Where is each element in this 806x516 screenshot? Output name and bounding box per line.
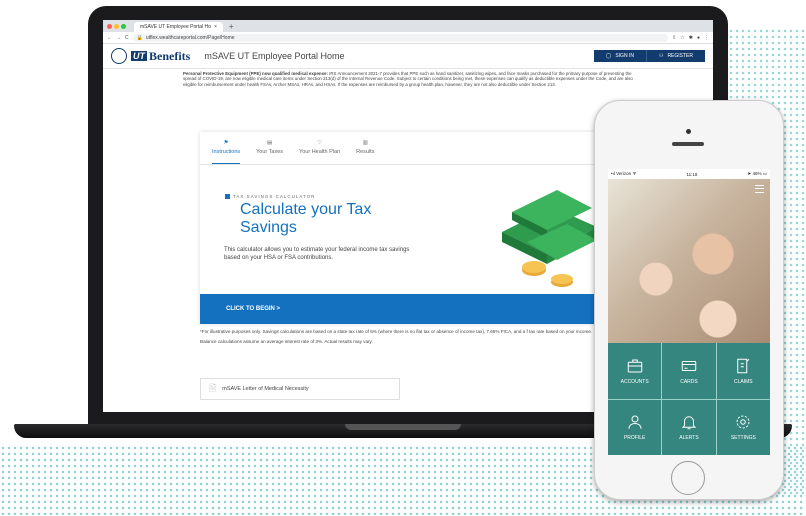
briefcase-icon	[627, 359, 642, 373]
eyebrow-text: TAX SAVINGS CALCULATOR	[233, 194, 316, 199]
letter-label: mSAVE Letter of Medical Necessity	[222, 386, 309, 392]
check-circle-icon: ◯	[605, 53, 612, 59]
maximize-window-icon[interactable]	[121, 23, 126, 29]
money-stack-illustration	[502, 190, 597, 287]
benefits-logo-text: Benefits	[149, 48, 191, 63]
forward-icon[interactable]: →	[116, 35, 121, 41]
claim-document-icon	[737, 358, 750, 373]
tile-label: CLAIMS	[734, 378, 753, 385]
calculator-eyebrow: TAX SAVINGS CALCULATOR	[225, 194, 315, 199]
register-button[interactable]: ⚇ REGISTER	[646, 50, 705, 62]
tab-label: Instructions	[212, 149, 241, 155]
tile-label: SETTINGS	[730, 435, 756, 442]
notice-heading: Personal Protective Equipment (PPE) now …	[183, 71, 328, 76]
medical-letter-link[interactable]: 🗎 mSAVE Letter of Medical Necessity	[200, 378, 400, 400]
browser-menu-icon[interactable]: ⋮	[704, 35, 709, 41]
credit-card-icon	[681, 360, 697, 371]
cta-label: CLICK TO BEGIN >	[226, 306, 281, 312]
reload-icon[interactable]: C	[125, 35, 129, 41]
laptop-notch	[345, 424, 461, 430]
tile-label: PROFILE	[623, 435, 646, 442]
tab-label: Your Taxes	[256, 149, 284, 155]
tile-cards[interactable]: CARDS	[662, 343, 716, 399]
tile-alerts[interactable]: ALERTS	[662, 399, 716, 455]
tax-calculator-card: ⚑ Instructions ▤ Your Taxes ♡ Your Healt…	[200, 132, 620, 324]
bookmark-star-icon[interactable]: ☆	[680, 35, 684, 41]
tab-your-health-plan[interactable]: ♡ Your Health Plan	[299, 140, 340, 164]
tab-your-taxes[interactable]: ▤ Your Taxes	[256, 140, 283, 164]
wifi-icon: ᯤ	[631, 171, 637, 176]
browser-tab[interactable]: mSAVE UT Employee Portal Ho ×	[134, 22, 223, 32]
tab-results[interactable]: ▥ Results	[356, 140, 374, 164]
battery-icon: ▭	[761, 171, 767, 176]
url-text: utflex.wealthcareportal.com/Page/Home	[145, 34, 235, 41]
profile-icon[interactable]: ●	[697, 35, 700, 41]
phone-screen: •ıl Verizon ᯤ 11:18 ➤ 46% ▭ ACCOUNTS CAR…	[608, 169, 770, 455]
new-tab-icon[interactable]: +	[229, 22, 234, 31]
tab-label: Your Health Plan	[299, 149, 341, 155]
phone-status-bar: •ıl Verizon ᯤ 11:18 ➤ 46% ▭	[608, 169, 770, 179]
register-label: REGISTER	[667, 53, 693, 59]
calculator-tabs: ⚑ Instructions ▤ Your Taxes ♡ Your Healt…	[200, 132, 620, 165]
sign-in-label: SIGN IN	[615, 53, 634, 59]
app-tile-grid: ACCOUNTS CARDS CLAIMS PROFILE ALERTS SET…	[608, 343, 770, 455]
calculator-description: This calculator allows you to estimate y…	[224, 247, 410, 261]
calculator-footnotes: *For illustrative purposes only. Savings…	[200, 329, 620, 345]
person-icon	[628, 415, 642, 430]
extensions-icon[interactable]: ✱	[689, 35, 693, 41]
clock-time: 11:18	[686, 171, 698, 177]
browser-tab-bar: mSAVE UT Employee Portal Ho × +	[103, 20, 713, 32]
carrier-name: Verizon	[616, 171, 632, 176]
share-icon[interactable]: ⇧	[672, 35, 676, 41]
click-to-begin-button[interactable]: CLICK TO BEGIN >	[200, 294, 620, 324]
tile-label: ACCOUNTS	[620, 378, 649, 385]
pdf-file-icon: 🗎	[209, 383, 217, 393]
close-tab-icon[interactable]: ×	[214, 24, 217, 30]
minimize-window-icon[interactable]	[114, 23, 119, 29]
footnote-interest: Balance calculations assume an average i…	[200, 339, 373, 344]
hamburger-menu-icon[interactable]	[755, 185, 764, 193]
page-title: mSAVE UT Employee Portal Home	[204, 51, 345, 61]
lock-icon: 🔒	[136, 34, 143, 41]
tab-instructions[interactable]: ⚑ Instructions	[212, 140, 241, 164]
home-button[interactable]	[671, 461, 705, 495]
blue-square-icon	[225, 194, 230, 199]
tile-claims[interactable]: CLAIMS	[716, 343, 770, 399]
tile-accounts[interactable]: ACCOUNTS	[608, 343, 662, 399]
calculator-title: Calculate your Tax Savings	[240, 201, 372, 236]
smartphone: •ıl Verizon ᯤ 11:18 ➤ 46% ▭ ACCOUNTS CAR…	[594, 100, 784, 500]
tile-label: CARDS	[680, 378, 698, 385]
site-header: UT Benefits mSAVE UT Employee Portal Hom…	[103, 44, 713, 69]
close-window-icon[interactable]	[107, 23, 112, 29]
tab-title: mSAVE UT Employee Portal Ho	[140, 24, 211, 30]
document-icon: ▤	[266, 140, 273, 146]
tile-settings[interactable]: SETTINGS	[716, 399, 770, 455]
back-icon[interactable]: ←	[107, 35, 112, 41]
ppe-notice: Personal Protective Equipment (PPE) now …	[103, 69, 713, 87]
tile-label: ALERTS	[679, 435, 699, 442]
bell-icon	[681, 416, 697, 430]
heart-icon: ♡	[317, 140, 323, 146]
sign-in-button[interactable]: ◯ SIGN IN	[593, 50, 647, 62]
gear-icon	[736, 415, 750, 429]
person-icon: ⚇	[658, 53, 664, 59]
address-bar-row: ← → C 🔒 utflex.wealthcareportal.com/Page…	[103, 32, 713, 44]
footnote-tax-rates: *For illustrative purposes only. Savings…	[200, 329, 593, 334]
ut-logo-mark: UT	[131, 51, 147, 61]
url-field[interactable]: 🔒 utflex.wealthcareportal.com/Page/Home	[132, 33, 669, 42]
tab-label: Results	[356, 149, 375, 155]
front-camera	[686, 129, 691, 134]
tile-profile[interactable]: PROFILE	[608, 399, 662, 455]
earpiece-speaker	[672, 142, 704, 146]
ut-seal-logo	[111, 48, 127, 64]
bar-chart-icon: ▥	[362, 140, 368, 146]
flag-icon: ⚑	[223, 140, 229, 146]
family-photo	[608, 179, 770, 343]
